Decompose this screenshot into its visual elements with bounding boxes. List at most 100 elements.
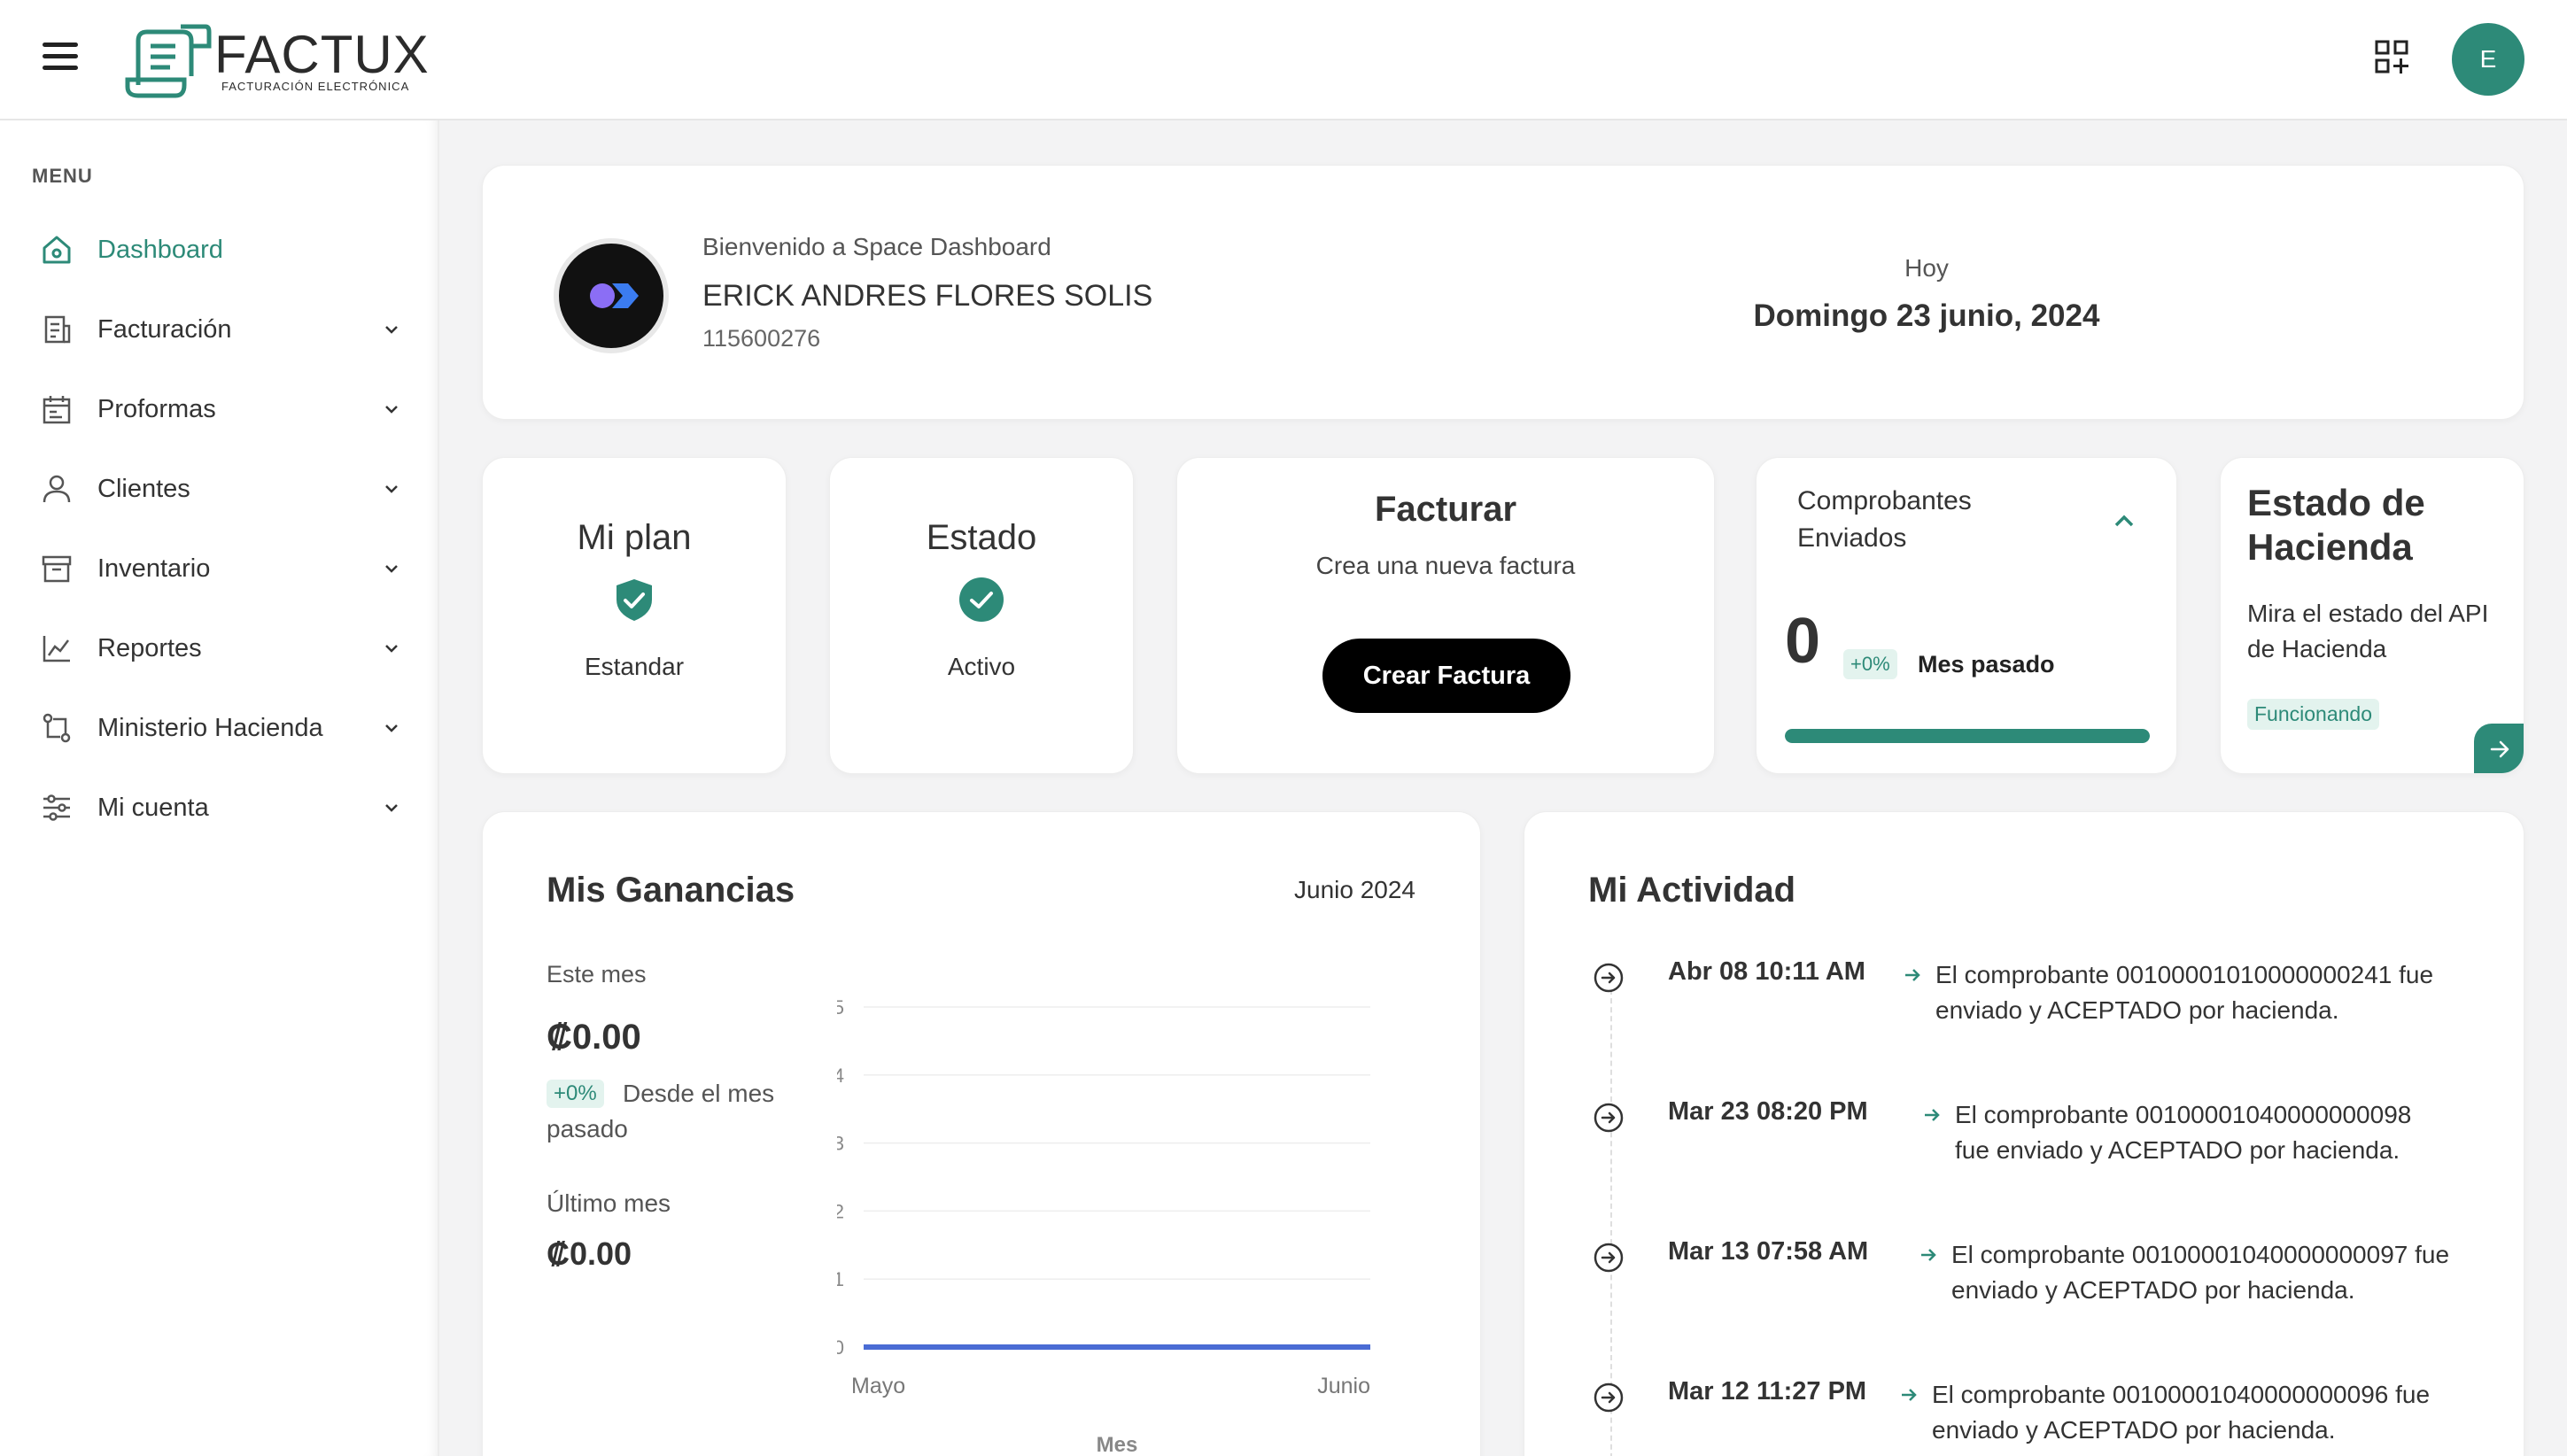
- chart-x-tick-label: Mayo: [851, 1374, 905, 1398]
- facturar-subtitle: Crea una nueva factura: [1315, 552, 1576, 579]
- chart-line-icon: [39, 631, 74, 666]
- sidebar-item-clientes[interactable]: Clientes: [39, 462, 402, 515]
- activity-text: El comprobante 00100001040000000097 fue e…: [1951, 1237, 2449, 1308]
- hacienda-title: Estado de Hacienda: [2247, 482, 2425, 568]
- activity-card: Mi Actividad Abr 08 10:11 AM El comproba…: [1524, 811, 2524, 1456]
- receipts-period: Mes pasado: [1918, 651, 2055, 678]
- chevron-down-icon[interactable]: [381, 478, 402, 500]
- plan-card: Mi plan Estandar: [482, 457, 787, 774]
- this-month-label: Este mes: [547, 961, 647, 987]
- activity-text-line: El comprobante 00100001040000000096 fue: [1932, 1381, 2431, 1408]
- hacienda-status-card: Estado de Hacienda Mira el estado del AP…: [2220, 457, 2524, 774]
- user-avatar[interactable]: E: [2452, 23, 2524, 96]
- factux-logo-mark: [125, 24, 212, 98]
- chevron-down-icon[interactable]: [381, 399, 402, 420]
- arrow-circle-right-icon: [1594, 1243, 1624, 1273]
- status-value: Activo: [947, 653, 1016, 680]
- sidebar-item-mi-cuenta[interactable]: Mi cuenta: [39, 781, 402, 834]
- arrow-right-icon: [2490, 740, 2509, 758]
- chevron-down-icon[interactable]: [381, 319, 402, 340]
- sidebar-item-ministerio-hacienda[interactable]: Ministerio Hacienda: [39, 701, 402, 755]
- welcome-greeting: Bienvenido a Space Dashboard: [702, 233, 1051, 260]
- facturar-title: Facturar: [1374, 490, 1517, 529]
- plan-title: Mi plan: [577, 518, 692, 557]
- sidebar-item-label: Proformas: [97, 394, 216, 423]
- chart-y-tick-label: 1: [837, 1268, 844, 1290]
- activity-title: Mi Actividad: [1588, 871, 1796, 910]
- activity-text-line: enviado y ACEPTADO por hacienda.: [1951, 1276, 2355, 1304]
- git-compare-icon: [39, 710, 74, 746]
- hamburger-menu-icon[interactable]: [43, 43, 78, 73]
- create-invoice-button[interactable]: Crear Factura: [1322, 639, 1570, 713]
- sidebar-item-label: Inventario: [97, 554, 211, 583]
- this-month-value: ₡0.00: [547, 1018, 641, 1057]
- activity-item: Mar 23 08:20 PM El comprobante 001000010…: [1592, 1097, 2495, 1189]
- sliders-icon: [39, 790, 74, 825]
- chart-y-tick-label: 2: [837, 1200, 844, 1222]
- apps-grid-icon[interactable]: [2374, 39, 2409, 74]
- earnings-card: Mis Ganancias Junio 2024 Este mes ₡0.00 …: [482, 811, 1481, 1456]
- receipts-title: Comprobantes Enviados: [1797, 486, 1972, 553]
- earnings-line-chart: 0 1 2 3 4 5 Mayo Junio Mes: [837, 996, 1371, 1456]
- chevron-down-icon[interactable]: [381, 797, 402, 818]
- chevron-up-icon[interactable]: [2111, 507, 2137, 534]
- chart-x-tick-label: Junio: [1317, 1374, 1370, 1398]
- activity-item: Abr 08 10:11 AM El comprobante 001000010…: [1592, 957, 2495, 1049]
- arrow-right-icon: [1902, 1389, 1917, 1401]
- sidebar-item-label: Ministerio Hacienda: [97, 713, 323, 742]
- activity-text-line: fue enviado y ACEPTADO por hacienda.: [1955, 1136, 2400, 1164]
- receipts-progress-bar: [1785, 729, 2150, 743]
- sidebar: MENU Dashboard Facturación Proformas Cli…: [0, 120, 439, 1456]
- earnings-change-badge: +0%: [547, 1080, 604, 1108]
- arrow-right-icon: [1925, 1109, 1940, 1121]
- activity-text-line: El comprobante 00100001040000000098: [1955, 1101, 2412, 1128]
- sidebar-item-facturacion[interactable]: Facturación: [39, 303, 402, 356]
- create-invoice-card: Facturar Crea una nueva factura Crear Fa…: [1176, 457, 1715, 774]
- shield-check-icon: [617, 579, 652, 621]
- sidebar-item-reportes[interactable]: Reportes: [39, 622, 402, 675]
- welcome-card: Bienvenido a Space Dashboard ERICK ANDRE…: [482, 165, 2524, 420]
- chevron-down-icon[interactable]: [381, 558, 402, 579]
- arrow-circle-right-icon: [1594, 1382, 1624, 1413]
- check-circle-icon: [959, 577, 1004, 622]
- activity-date: Mar 23 08:20 PM: [1668, 1097, 1868, 1126]
- earnings-month[interactable]: Junio 2024: [1294, 876, 1415, 904]
- receipts-progress-fill: [1785, 729, 2150, 743]
- status-title: Estado: [926, 518, 1037, 557]
- current-date: Domingo 23 junio, 2024: [1753, 298, 2100, 333]
- factux-logo[interactable]: FACTUX FACTURACIÓN ELECTRÓNICA: [120, 23, 429, 99]
- calendar-icon: [39, 391, 74, 427]
- sidebar-item-label: Mi cuenta: [97, 793, 209, 822]
- activity-text-line: El comprobante 00100001040000000097 fue: [1951, 1241, 2450, 1268]
- user-full-name: ERICK ANDRES FLORES SOLIS: [702, 279, 1153, 313]
- activity-text: El comprobante 00100001040000000096 fue e…: [1932, 1377, 2430, 1448]
- hacienda-go-button[interactable]: [2474, 724, 2524, 773]
- chart-y-tick-label: 5: [837, 996, 844, 1018]
- activity-date: Abr 08 10:11 AM: [1668, 957, 1865, 986]
- earnings-title: Mis Ganancias: [547, 871, 795, 910]
- home-icon: [39, 232, 74, 267]
- space-dashboard-logo: [554, 238, 669, 353]
- sidebar-item-proformas[interactable]: Proformas: [39, 383, 402, 436]
- activity-date: Mar 13 07:58 AM: [1668, 1237, 1869, 1266]
- hacienda-description: Mira el estado del API de Hacienda: [2247, 600, 2489, 662]
- chart-y-tick-label: 3: [837, 1133, 844, 1155]
- receipts-count: 0: [1785, 606, 1821, 677]
- arrow-circle-right-icon: [1594, 963, 1624, 993]
- chevron-down-icon[interactable]: [381, 717, 402, 739]
- arrow-circle-right-icon: [1594, 1103, 1624, 1133]
- chart-y-tick-label: 4: [837, 1065, 844, 1087]
- user-id-number: 115600276: [702, 325, 821, 352]
- sidebar-item-label: Facturación: [97, 314, 232, 344]
- activity-item: Mar 12 11:27 PM El comprobante 001000010…: [1592, 1377, 2495, 1456]
- user-icon: [39, 471, 74, 507]
- sidebar-item-inventario[interactable]: Inventario: [39, 542, 402, 595]
- chart-x-axis-label: Mes: [1097, 1433, 1138, 1456]
- top-header: FACTUX FACTURACIÓN ELECTRÓNICA E: [0, 0, 2567, 120]
- sidebar-item-label: Clientes: [97, 474, 190, 503]
- chevron-down-icon[interactable]: [381, 638, 402, 659]
- activity-text-line: enviado y ACEPTADO por hacienda.: [1935, 996, 2339, 1024]
- sidebar-item-dashboard[interactable]: Dashboard: [39, 223, 402, 276]
- menu-label: MENU: [32, 165, 93, 187]
- sidebar-item-label: Reportes: [97, 633, 202, 662]
